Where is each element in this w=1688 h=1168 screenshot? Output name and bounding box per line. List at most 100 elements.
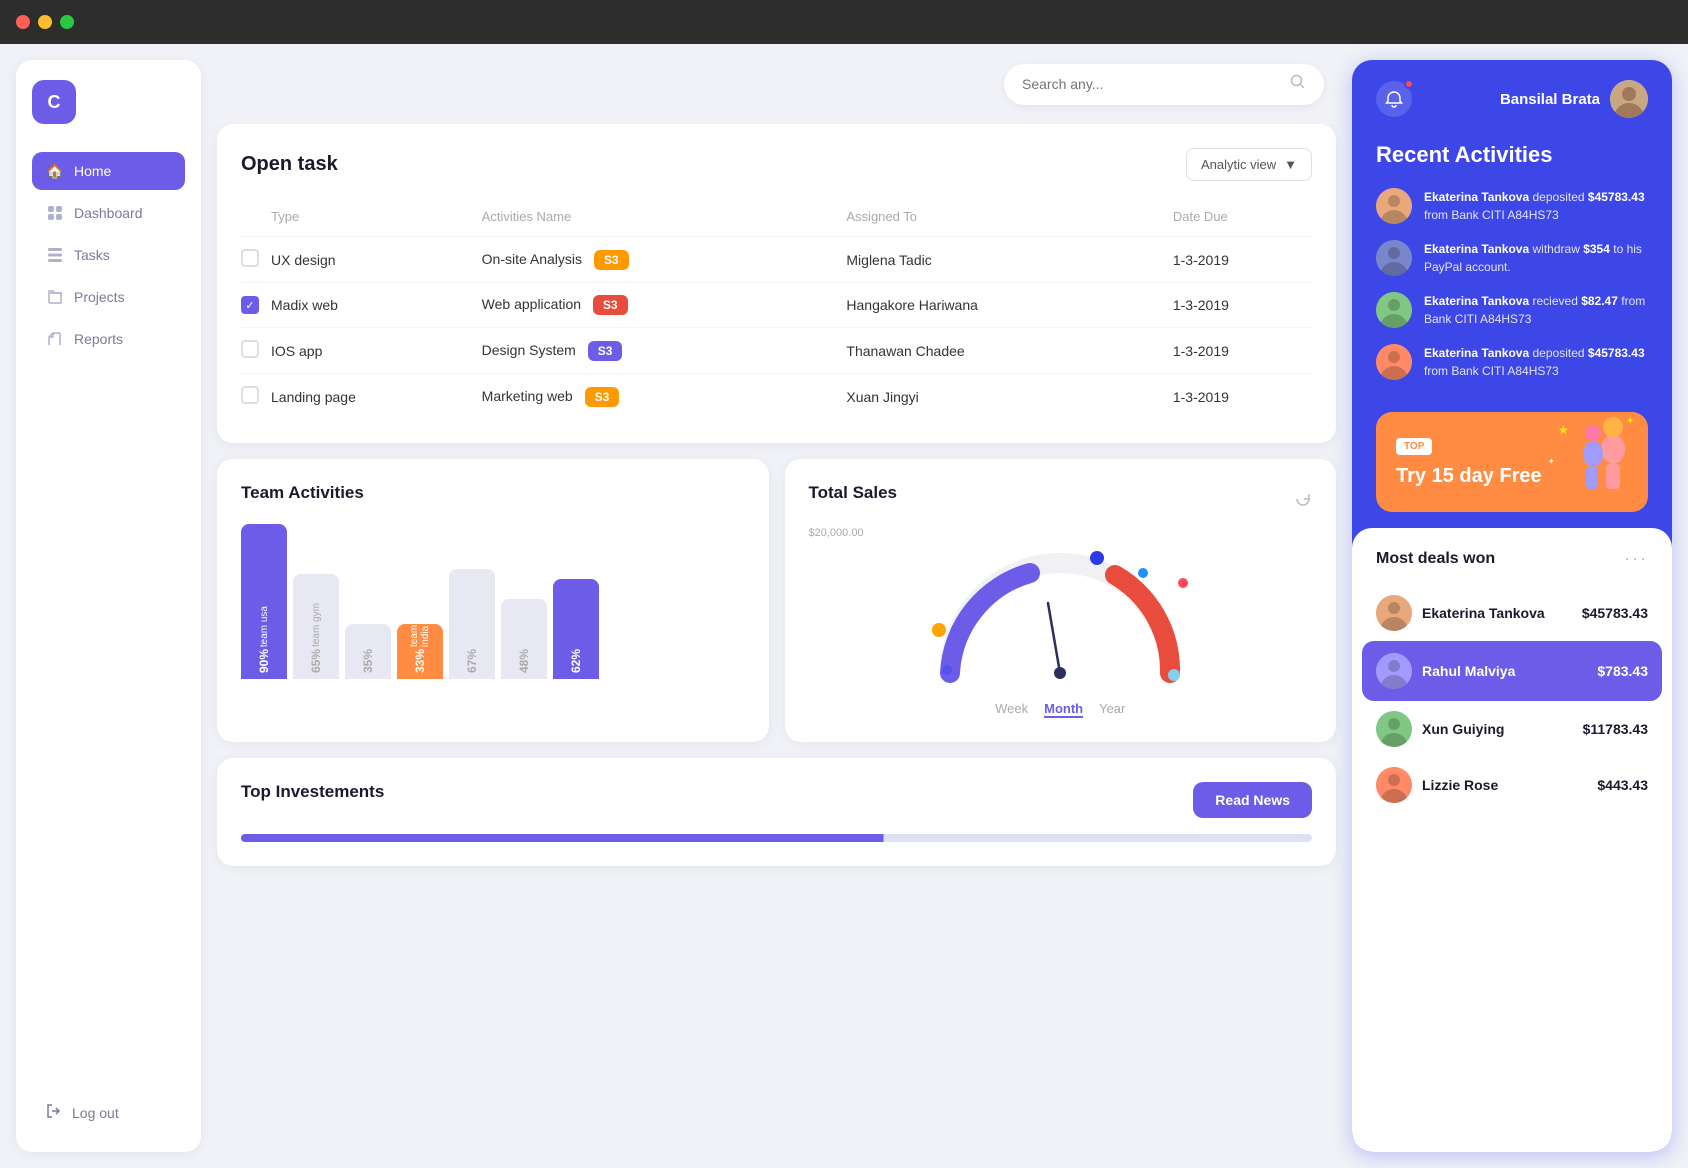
sidebar-item-reports[interactable]: Reports <box>32 320 185 358</box>
s3-badge: S3 <box>594 250 629 270</box>
promo-banner[interactable]: TOP Try 15 day Free ★ ✦ ✦ <box>1376 412 1648 512</box>
activity-avatar <box>1376 188 1412 224</box>
task-checkbox[interactable] <box>241 386 259 404</box>
sales-period-tabs: Week Month Year <box>995 701 1125 718</box>
bar: 35% <box>345 624 391 679</box>
activity-avatar <box>1376 344 1412 380</box>
tab-year[interactable]: Year <box>1099 701 1125 718</box>
promo-illustration: ★ ✦ ✦ <box>1538 412 1638 512</box>
task-name: UX design <box>271 237 482 283</box>
reports-icon <box>46 330 64 348</box>
search-bar[interactable] <box>1004 64 1324 105</box>
read-news-button[interactable]: Read News <box>1193 782 1312 818</box>
activity-item: Ekaterina Tankova deposited $45783.43 fr… <box>1376 188 1648 224</box>
activity-item: Ekaterina Tankova withdraw $354 to his P… <box>1376 240 1648 276</box>
recent-activities-title: Recent Activities <box>1376 142 1648 168</box>
task-activity: Marketing web S3 <box>482 374 847 420</box>
sidebar-item-projects[interactable]: Projects <box>32 278 185 316</box>
deal-left: Ekaterina Tankova <box>1376 595 1545 631</box>
activity-amount: $82.47 <box>1581 294 1618 308</box>
notification-badge <box>1404 79 1414 89</box>
bar-group: team gym65% <box>293 574 339 679</box>
projects-icon <box>46 288 64 306</box>
bar-label: team usa <box>259 606 270 647</box>
sidebar-nav: 🏠 Home Dashboard <box>32 152 185 1093</box>
svg-text:✦: ✦ <box>1548 457 1555 466</box>
activity-item: Ekaterina Tankova deposited $45783.43 fr… <box>1376 344 1648 380</box>
table-row[interactable]: UX design On-site Analysis S3 Miglena Ta… <box>241 237 1312 283</box>
bar-group: 67% <box>449 569 495 679</box>
sidebar-item-tasks[interactable]: Tasks <box>32 236 185 274</box>
bar-group: team usa90% <box>241 524 287 679</box>
close-dot[interactable] <box>16 15 30 29</box>
logout-button[interactable]: Log out <box>32 1093 185 1132</box>
bar: 62% <box>553 579 599 679</box>
search-input[interactable] <box>1022 76 1280 92</box>
total-sales-title: Total Sales <box>809 483 898 503</box>
open-task-header: Open task Analytic view ▼ <box>241 148 1312 181</box>
task-activity: Web application S3 <box>482 283 847 328</box>
task-date: 1-3-2019 <box>1173 237 1312 283</box>
right-panel-top: Bansilal Brata Recent Activities <box>1352 60 1672 396</box>
minimize-dot[interactable] <box>38 15 52 29</box>
task-assigned: Thanawan Chadee <box>846 328 1172 374</box>
activity-text: Ekaterina Tankova withdraw $354 to his P… <box>1424 240 1648 276</box>
table-row[interactable]: Landing page Marketing web S3 Xuan Jingy… <box>241 374 1312 420</box>
total-sales-refresh-icon[interactable] <box>1294 490 1312 513</box>
user-name: Bansilal Brata <box>1500 91 1600 108</box>
activity-name: Ekaterina Tankova <box>1424 294 1529 308</box>
gauge-svg <box>930 543 1190 693</box>
most-deals-title: Most deals won <box>1376 550 1495 568</box>
task-checkbox[interactable]: ✓ <box>241 296 259 314</box>
deals-list: Ekaterina Tankova $45783.43 Rahul Malviy… <box>1376 585 1648 813</box>
bar-group: 48% <box>501 599 547 679</box>
more-options-button[interactable]: ··· <box>1624 548 1648 569</box>
bar-percent: 35% <box>361 649 375 673</box>
total-sales-card: Total Sales $20,000.00 <box>785 459 1337 742</box>
s3-badge: S3 <box>585 387 620 407</box>
sidebar-item-home-label: Home <box>74 163 111 179</box>
activity-text: Ekaterina Tankova deposited $45783.43 fr… <box>1424 344 1648 380</box>
deal-avatar <box>1376 595 1412 631</box>
bar-percent: 48% <box>517 649 531 673</box>
col-activities: Activities Name <box>482 201 847 237</box>
notification-button[interactable] <box>1376 81 1412 117</box>
deal-left: Lizzie Rose <box>1376 767 1498 803</box>
deal-item[interactable]: Rahul Malviya $783.43 <box>1362 641 1662 701</box>
maximize-dot[interactable] <box>60 15 74 29</box>
svg-text:★: ★ <box>1558 423 1569 437</box>
sales-chart-area: $20,000.00 <box>809 527 1313 718</box>
activity-amount: $45783.43 <box>1588 346 1645 360</box>
activities-list: Ekaterina Tankova deposited $45783.43 fr… <box>1376 188 1648 380</box>
bar-label: team india <box>409 624 431 647</box>
deal-name: Lizzie Rose <box>1422 777 1498 793</box>
bar-percent: 62% <box>569 649 583 673</box>
task-checkbox[interactable] <box>241 340 259 358</box>
app-layout: C 🏠 Home Dashboard <box>0 44 1688 1168</box>
bar: 48% <box>501 599 547 679</box>
task-checkbox[interactable] <box>241 249 259 267</box>
titlebar <box>0 0 1688 44</box>
deal-amount: $45783.43 <box>1582 605 1648 621</box>
table-row[interactable]: IOS app Design System S3 Thanawan Chadee… <box>241 328 1312 374</box>
col-type <box>241 201 271 237</box>
activity-name: Ekaterina Tankova <box>1424 346 1529 360</box>
tab-week[interactable]: Week <box>995 701 1028 718</box>
activity-text: Ekaterina Tankova recieved $82.47 from B… <box>1424 292 1648 328</box>
activity-item: Ekaterina Tankova recieved $82.47 from B… <box>1376 292 1648 328</box>
sidebar-item-tasks-label: Tasks <box>74 247 110 263</box>
deal-avatar <box>1376 767 1412 803</box>
gauge-wrapper <box>930 543 1190 693</box>
top-investments-title: Top Investements <box>241 782 384 802</box>
analytic-view-button[interactable]: Analytic view ▼ <box>1186 148 1312 181</box>
user-info: Bansilal Brata <box>1500 80 1648 118</box>
bar-percent: 67% <box>465 649 479 673</box>
bar-label: team gym <box>311 603 322 647</box>
cards-area: Open task Analytic view ▼ Type Activitie… <box>209 124 1344 1168</box>
main-content: Open task Analytic view ▼ Type Activitie… <box>209 44 1344 1168</box>
sidebar-item-dashboard[interactable]: Dashboard <box>32 194 185 232</box>
right-panel-bottom: Most deals won ··· Ekaterina Tankova $45… <box>1352 528 1672 1152</box>
sidebar-item-home[interactable]: 🏠 Home <box>32 152 185 190</box>
tab-month[interactable]: Month <box>1044 701 1083 718</box>
table-row[interactable]: ✓ Madix web Web application S3 Hangakore… <box>241 283 1312 328</box>
